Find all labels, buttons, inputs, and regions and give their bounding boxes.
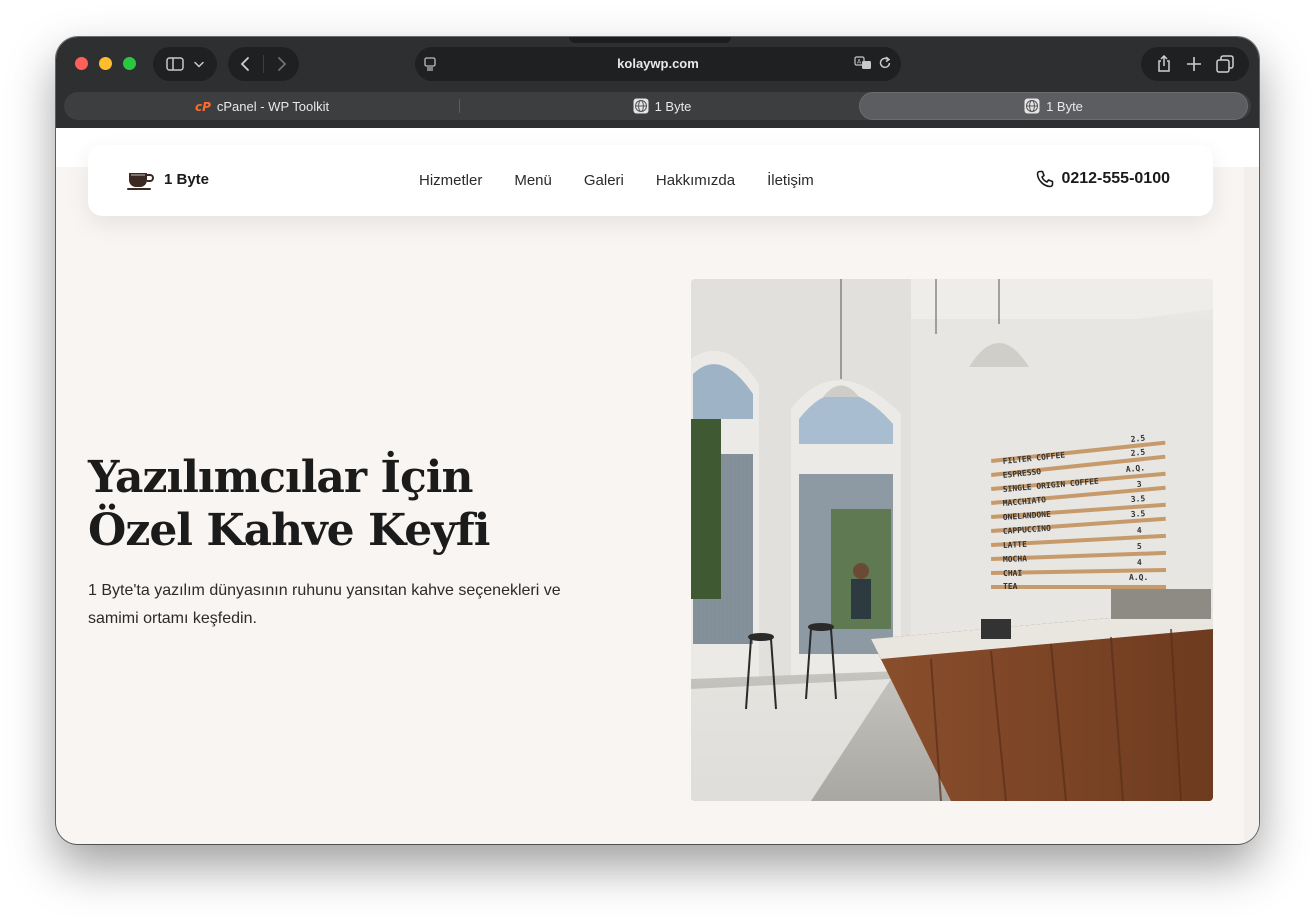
browser-actions <box>1141 47 1249 81</box>
url-text: kolaywp.com <box>617 56 699 71</box>
phone-link[interactable]: 0212-555-0100 <box>1036 170 1170 188</box>
tab-divider <box>459 99 460 113</box>
sidebar-toggle-group <box>153 47 217 81</box>
back-icon[interactable] <box>240 56 250 72</box>
tab-title: 1 Byte <box>654 98 692 114</box>
hero-title: Yazılımcılar İçin Özel Kahve Keyfi <box>88 451 490 557</box>
share-icon[interactable] <box>1156 55 1172 73</box>
tab-title: 1 Byte <box>1046 98 1083 114</box>
browser-titlebar: kolaywp.com A cP cPanel - WP Toolkit 1 B… <box>56 37 1259 128</box>
nav-hizmetler[interactable]: Hizmetler <box>419 172 482 189</box>
history-nav-group <box>228 47 299 81</box>
nav-hakkimizda[interactable]: Hakkımızda <box>656 172 735 189</box>
svg-text:cP: cP <box>195 100 211 112</box>
hero-subtitle: 1 Byte'ta yazılım dünyasının ruhunu yans… <box>88 582 561 627</box>
address-bar[interactable]: kolaywp.com A <box>415 47 901 81</box>
tab-1byte-active[interactable]: 1 Byte <box>859 92 1248 120</box>
scrollbar-track[interactable] <box>1244 167 1259 844</box>
translate-icon[interactable]: A <box>854 56 872 75</box>
coffee-cup-icon <box>127 173 154 190</box>
phone-number: 0212-555-0100 <box>1061 170 1170 187</box>
site-logo[interactable]: 1 Byte <box>126 167 209 191</box>
svg-text:4: 4 <box>1137 558 1142 567</box>
svg-text:3.5: 3.5 <box>1131 509 1146 519</box>
phone-icon <box>1037 170 1054 188</box>
svg-text:TEA: TEA <box>1003 582 1018 591</box>
tab-title: cPanel - WP Toolkit <box>216 98 330 114</box>
cpanel-icon: cP <box>195 100 211 112</box>
camera-notch <box>569 37 731 43</box>
hero-title-line2: Özel Kahve Keyfi <box>88 505 490 556</box>
forward-icon[interactable] <box>277 56 287 72</box>
svg-text:2.5: 2.5 <box>1130 434 1145 444</box>
svg-text:A.Q.: A.Q. <box>1125 463 1145 474</box>
zoom-window-button[interactable] <box>123 57 136 70</box>
reload-icon[interactable] <box>878 56 892 75</box>
brand-name: 1 Byte <box>164 170 210 188</box>
hero-title-line1: Yazılımcılar İçin <box>88 452 474 503</box>
globe-icon <box>1024 98 1040 114</box>
svg-text:4: 4 <box>1137 526 1142 535</box>
sidebar-icon[interactable] <box>166 57 184 71</box>
svg-text:2.5: 2.5 <box>1130 448 1145 458</box>
minimize-window-button[interactable] <box>99 57 112 70</box>
svg-text:MOCHA: MOCHA <box>1003 554 1028 564</box>
window-controls <box>75 57 136 70</box>
tab-overview-icon[interactable] <box>1216 55 1234 73</box>
browser-window: kolaywp.com A cP cPanel - WP Toolkit 1 B… <box>56 37 1259 844</box>
cafe-interior-image: FILTER COFFEE ESPRESSO SINGLE ORIGIN COF… <box>691 279 1213 801</box>
svg-text:5: 5 <box>1137 542 1142 551</box>
svg-text:A.Q.: A.Q. <box>1129 573 1148 582</box>
site-header: 1 Byte Hizmetler Menü Galeri Hakkımızda … <box>88 145 1213 216</box>
page-viewport: 1 Byte Hizmetler Menü Galeri Hakkımızda … <box>56 128 1259 844</box>
svg-text:CHAI: CHAI <box>1003 569 1023 578</box>
tab-cpanel[interactable]: cP cPanel - WP Toolkit <box>64 92 460 120</box>
new-tab-icon[interactable] <box>1186 56 1202 72</box>
svg-text:LATTE: LATTE <box>1003 540 1028 550</box>
tab-bar: cP cPanel - WP Toolkit 1 Byte 1 Byte <box>64 92 1251 120</box>
nav-menu[interactable]: Menü <box>514 172 552 189</box>
nav-iletisim[interactable]: İletişim <box>767 172 814 189</box>
tab-1byte[interactable]: 1 Byte <box>468 92 856 120</box>
globe-icon <box>633 98 649 114</box>
chevron-down-icon[interactable] <box>194 61 204 68</box>
nav-separator <box>262 55 264 73</box>
nav-galeri[interactable]: Galeri <box>584 172 624 189</box>
main-nav: Hizmetler Menü Galeri Hakkımızda İletişi… <box>419 145 814 216</box>
close-window-button[interactable] <box>75 57 88 70</box>
url-actions: A <box>854 56 892 75</box>
svg-text:3: 3 <box>1136 480 1142 489</box>
svg-text:3.5: 3.5 <box>1131 494 1146 504</box>
